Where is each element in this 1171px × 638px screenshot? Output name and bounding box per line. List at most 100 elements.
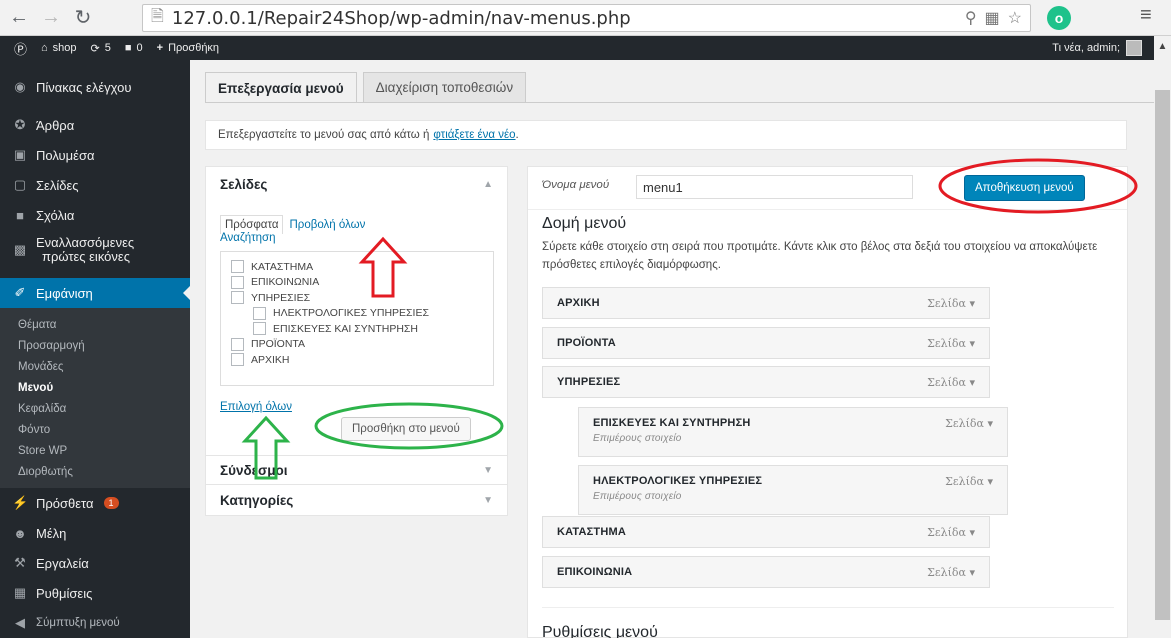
sidebar-item-media[interactable]: ▣ Πολυμέσα bbox=[0, 140, 190, 170]
submenu-customize[interactable]: Προσαρμογή bbox=[0, 335, 190, 356]
sidebar-item-tools[interactable]: ⚒ Εργαλεία bbox=[0, 548, 190, 578]
menu-item-repairs[interactable]: ΕΠΙΣΚΕΥΕΣ ΚΑΙ ΣΥΝΤΗΡΗΣΗ Επιμέρους στοιχεί… bbox=[578, 407, 1008, 457]
forward-arrow-icon[interactable]: → bbox=[38, 5, 64, 31]
submenu-header[interactable]: Κεφαλίδα bbox=[0, 398, 190, 419]
scrollbar-thumb[interactable] bbox=[1155, 90, 1170, 620]
dashboard-icon: ◉ bbox=[14, 79, 26, 94]
save-menu-button[interactable]: Αποθήκευση μενού bbox=[964, 175, 1085, 201]
categories-box-header[interactable]: Κατηγορίες ▼ bbox=[206, 485, 507, 515]
address-bar[interactable]: 🗎 127.0.0.1/Repair24Shop/wp-admin/nav-me… bbox=[142, 4, 1031, 32]
sidebar-item-collapse[interactable]: ◀ Σύμπτυξη μενού bbox=[0, 608, 190, 638]
list-item[interactable]: ΑΡΧΙΚΗ bbox=[231, 352, 483, 368]
sidebar-item-users[interactable]: ☻ Μέλη bbox=[0, 518, 190, 548]
menu-name-label: Όνομα μενού bbox=[542, 179, 610, 191]
sidebar-item-appearance[interactable]: ✐ Εμφάνιση bbox=[0, 278, 190, 308]
zoom-icon[interactable]: ⚲ bbox=[965, 8, 977, 28]
menu-item-contact[interactable]: ΕΠΙΚΟΙΝΩΝΙΑ Σελίδα bbox=[542, 556, 990, 588]
pages-box-header[interactable]: Σελίδες ▲ bbox=[206, 167, 507, 201]
checkbox[interactable] bbox=[253, 322, 266, 336]
menu-structure-title: Δομή μενού bbox=[542, 215, 627, 232]
updates-link[interactable]: ⟳ 5 bbox=[91, 42, 111, 55]
categories-metabox: Κατηγορίες ▼ bbox=[205, 484, 508, 516]
tab-edit-menus[interactable]: Επεξεργασία μενού bbox=[205, 72, 357, 103]
menu-item-shop[interactable]: ΚΑΤΑΣΤΗΜΑ Σελίδα bbox=[542, 516, 990, 548]
checkbox[interactable] bbox=[231, 260, 244, 274]
select-all-link[interactable]: Επιλογή όλων bbox=[220, 401, 292, 413]
list-item[interactable]: ΗΛΕΚΤΡΟΛΟΓΙΚΕΣ ΥΠΗΡΕΣΙΕΣ bbox=[231, 306, 483, 322]
submenu-editor[interactable]: Διορθωτής bbox=[0, 461, 190, 482]
checkbox[interactable] bbox=[231, 275, 244, 289]
extension-icon[interactable]: o bbox=[1047, 6, 1071, 30]
list-item[interactable]: ΠΡΟΪΟΝΤΑ bbox=[231, 337, 483, 353]
site-link[interactable]: ⌂ shop bbox=[41, 42, 77, 54]
collapse-arrow-icon[interactable]: ▲ bbox=[483, 179, 493, 190]
tools-icon: ⚒ bbox=[14, 555, 26, 570]
header-divider bbox=[528, 209, 1127, 210]
submenu-store-wp[interactable]: Store WP bbox=[0, 440, 190, 461]
expand-arrow-icon[interactable]: ▼ bbox=[483, 465, 493, 476]
menu-item-electrical[interactable]: ΗΛΕΚΤΡΟΛΟΓΙΚΕΣ ΥΠΗΡΕΣΙΕΣ Επιμέρους στοιχε… bbox=[578, 465, 1008, 515]
sidebar-item-settings[interactable]: ▦ Ρυθμίσεις bbox=[0, 578, 190, 608]
links-box-header[interactable]: Σύνδεσμοι ▼ bbox=[206, 456, 507, 484]
page-icon: 🗎 bbox=[151, 7, 164, 25]
list-item[interactable]: ΕΠΙΣΚΕΥΕΣ ΚΑΙ ΣΥΝΤΗΡΗΣΗ bbox=[231, 321, 483, 337]
checkbox[interactable] bbox=[253, 306, 266, 320]
browser-toolbar: ← → ↻ 🗎 127.0.0.1/Repair24Shop/wp-admin/… bbox=[0, 0, 1171, 36]
submenu-widgets[interactable]: Μονάδες bbox=[0, 356, 190, 377]
expand-arrow-icon[interactable]: ▼ bbox=[483, 495, 493, 506]
menu-name-input[interactable] bbox=[636, 175, 913, 199]
translate-icon[interactable]: ▦ bbox=[985, 8, 1000, 28]
collapse-icon: ◀ bbox=[15, 615, 25, 630]
item-type-toggle[interactable]: Σελίδα bbox=[945, 417, 993, 430]
submenu-themes[interactable]: Θέματα bbox=[0, 314, 190, 335]
nav-tabs: Επεξεργασία μενού Διαχείριση τοποθεσιών bbox=[205, 72, 527, 103]
menu-item-products[interactable]: ΠΡΟΪΟΝΤΑ Σελίδα bbox=[542, 327, 990, 359]
bookmark-star-icon[interactable]: ☆ bbox=[1008, 8, 1022, 28]
tab-manage-locations[interactable]: Διαχείριση τοποθεσιών bbox=[362, 72, 527, 102]
sidebar-item-dashboard[interactable]: ◉ Πίνακας ελέγχου bbox=[0, 72, 190, 102]
list-item[interactable]: ΥΠΗΡΕΣΙΕΣ bbox=[231, 290, 483, 306]
url-text: 127.0.0.1/Repair24Shop/wp-admin/nav-menu… bbox=[171, 7, 631, 29]
list-item[interactable]: ΚΑΤΑΣΤΗΜΑ bbox=[231, 259, 483, 275]
admin-sidebar: ◉ Πίνακας ελέγχου ✪ Άρθρα ▣ Πολυμέσα ▢ Σελίδ… bbox=[0, 60, 190, 638]
notice-end: . bbox=[515, 129, 519, 141]
item-type-toggle[interactable]: Σελίδα bbox=[927, 566, 975, 579]
wordpress-logo-icon[interactable]: Ⓟ bbox=[14, 39, 27, 58]
plus-icon: + bbox=[156, 42, 164, 54]
checkbox[interactable] bbox=[231, 353, 244, 367]
sidebar-item-pages[interactable]: ▢ Σελίδες bbox=[0, 170, 190, 200]
item-type-toggle[interactable]: Σελίδα bbox=[927, 376, 975, 389]
create-new-menu-link[interactable]: φτιάξετε ένα νέο bbox=[433, 129, 515, 141]
sidebar-item-posts[interactable]: ✪ Άρθρα bbox=[0, 110, 190, 140]
menu-item-home[interactable]: ΑΡΧΙΚΗ Σελίδα bbox=[542, 287, 990, 319]
sidebar-item-slides[interactable]: ▩ Εναλλασσόμενες πρώτες εικόνες bbox=[0, 230, 190, 270]
list-item[interactable]: ΕΠΙΚΟΙΝΩΝΙΑ bbox=[231, 275, 483, 291]
plugins-badge: 1 bbox=[103, 497, 119, 509]
checkbox[interactable] bbox=[231, 291, 244, 305]
item-type-toggle[interactable]: Σελίδα bbox=[927, 297, 975, 310]
comment-icon: ■ bbox=[124, 42, 132, 54]
sidebar-item-comments[interactable]: ■ Σχόλια bbox=[0, 200, 190, 230]
checkbox[interactable] bbox=[231, 337, 244, 351]
manage-menus-notice: Επεξεργαστείτε το μενού σας από κάτω ή φ… bbox=[205, 120, 1127, 150]
sidebar-item-plugins[interactable]: ⚡ Πρόσθετα 1 bbox=[0, 488, 190, 518]
pages-metabox: Σελίδες ▲ Πρόσφατα Προβολή όλων Αναζήτηση… bbox=[205, 166, 508, 456]
item-type-toggle[interactable]: Σελίδα bbox=[945, 475, 993, 488]
pages-checklist: ΚΑΤΑΣΤΗΜΑ ΕΠΙΚΟΙΝΩΝΙΑ ΥΠΗΡΕΣΙΕΣ ΗΛΕΚΤΡΟΛ… bbox=[220, 251, 494, 386]
new-content-link[interactable]: + Προσθήκη bbox=[157, 42, 219, 54]
back-arrow-icon[interactable]: ← bbox=[6, 5, 32, 31]
tab-search[interactable]: Αναζήτηση bbox=[220, 232, 480, 244]
reload-icon[interactable]: ↻ bbox=[70, 5, 96, 31]
slides-label-line2: πρώτες εικόνες bbox=[42, 249, 130, 264]
submenu-background[interactable]: Φόντο bbox=[0, 419, 190, 440]
add-to-menu-button[interactable]: Προσθήκη στο μενού bbox=[341, 417, 471, 441]
item-type-toggle[interactable]: Σελίδα bbox=[927, 526, 975, 539]
item-type-toggle[interactable]: Σελίδα bbox=[927, 337, 975, 350]
browser-menu-icon[interactable]: ≡ bbox=[1140, 4, 1152, 27]
tab-view-all[interactable]: Προβολή όλων bbox=[289, 219, 365, 231]
my-account[interactable]: Τι νέα, admin; bbox=[1052, 40, 1142, 56]
scroll-up-arrow-icon[interactable]: ▲ bbox=[1154, 36, 1171, 60]
menu-item-services[interactable]: ΥΠΗΡΕΣΙΕΣ Σελίδα bbox=[542, 366, 990, 398]
submenu-menus[interactable]: Μενού bbox=[0, 377, 190, 398]
comments-link[interactable]: ■ 0 bbox=[125, 42, 143, 54]
